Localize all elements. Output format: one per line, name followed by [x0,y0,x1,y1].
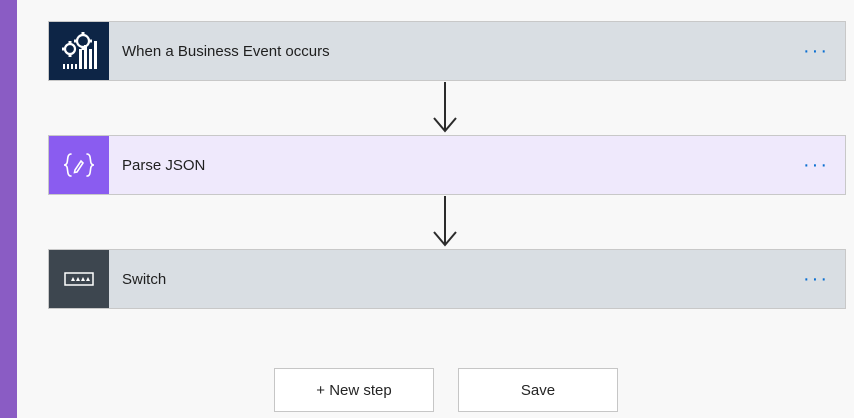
step-business-event-trigger[interactable]: When a Business Event occurs ··· [48,21,846,81]
save-button[interactable]: Save [458,368,618,412]
new-step-button[interactable]: + New step [274,368,434,412]
curly-braces-icon [49,136,109,194]
down-arrow-icon [433,196,457,247]
more-options-button[interactable]: ··· [803,41,829,61]
step-parse-json[interactable]: Parse JSON ··· [48,135,846,195]
step-switch[interactable]: Switch ··· [48,249,846,309]
down-arrow-icon [433,82,457,133]
more-options-button[interactable]: ··· [803,155,829,175]
more-options-button[interactable]: ··· [803,269,829,289]
step-title: Parse JSON [122,156,206,174]
switch-icon [49,250,109,308]
step-title: Switch [122,270,167,288]
business-event-gears-icon [49,22,109,80]
step-title: When a Business Event occurs [122,42,330,60]
